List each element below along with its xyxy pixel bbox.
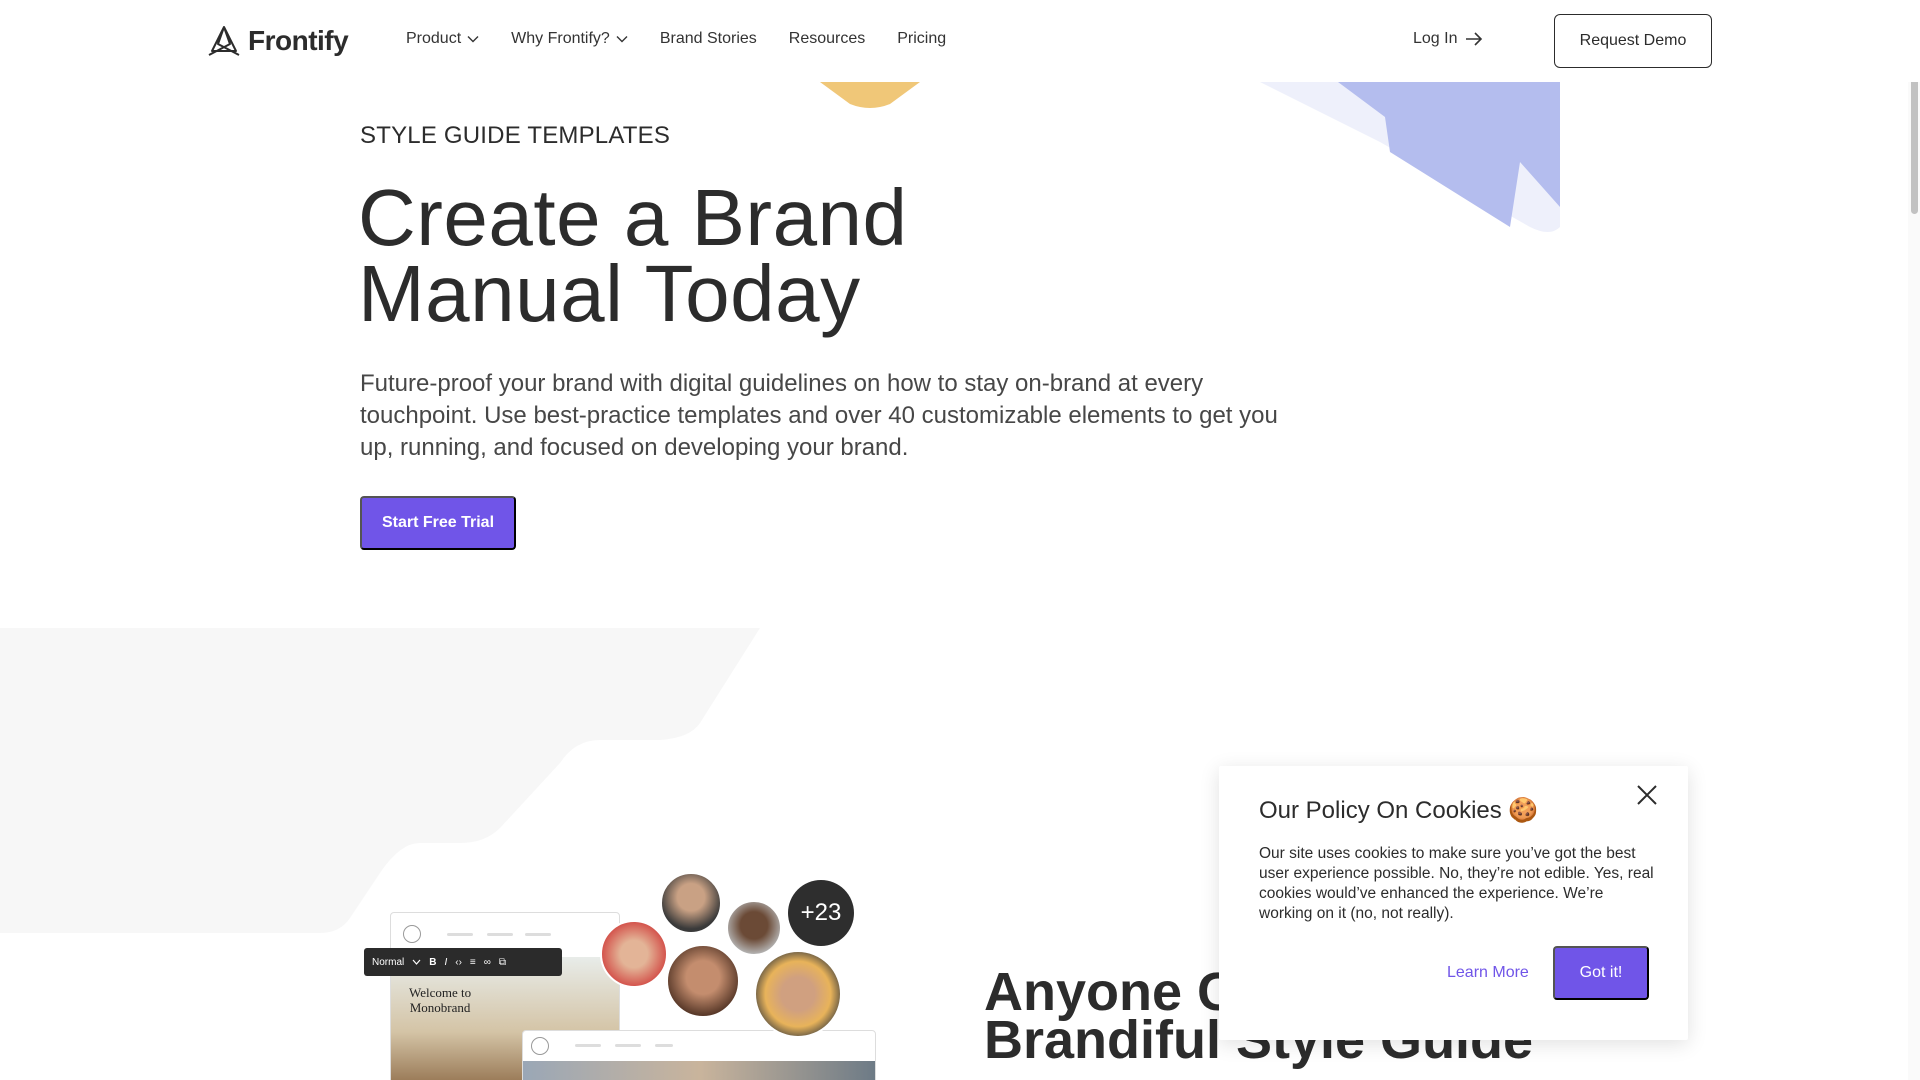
- chevron-down-icon: [412, 959, 421, 965]
- learn-more-link[interactable]: Learn More: [1447, 964, 1529, 982]
- frontify-logo-icon: [208, 26, 240, 56]
- close-icon[interactable]: [1636, 784, 1658, 806]
- user-avatar: [726, 900, 782, 956]
- attachment-icon: ⧉: [498, 956, 507, 968]
- chevron-down-icon: [616, 36, 628, 43]
- mockup-card: [522, 1030, 876, 1080]
- nav-item-label: Brand Stories: [659, 30, 757, 47]
- brand-logo[interactable]: Frontify: [206, 24, 349, 58]
- nav-item-why-frontify[interactable]: Why Frontify?: [511, 30, 628, 48]
- arrow-right-icon: [1466, 32, 1483, 46]
- mockup-placeholder-line: [615, 1044, 641, 1047]
- chevron-down-icon: [467, 36, 479, 43]
- start-free-trial-button[interactable]: Start Free Trial: [360, 496, 516, 550]
- scrollbar[interactable]: [1908, 0, 1920, 1080]
- nav-item-pricing[interactable]: Pricing: [897, 30, 946, 48]
- mockup-logo-icon: [403, 925, 421, 943]
- text-style-value: Normal: [372, 956, 405, 968]
- cookie-body: Our site uses cookies to make sure you’v…: [1259, 845, 1654, 922]
- hero-headline: Create a Brand Manual Today: [358, 178, 908, 334]
- nav-item-brand-stories[interactable]: Brand Stories: [660, 30, 757, 48]
- nav-item-label: Resources: [788, 30, 866, 47]
- mockup-placeholder-line: [447, 933, 473, 936]
- hero-eyebrow: STYLE GUIDE TEMPLATES: [360, 122, 671, 149]
- cookie-title: Our Policy On Cookies 🍪: [1259, 797, 1539, 824]
- mockup-placeholder-line: [575, 1044, 601, 1047]
- user-avatar: [666, 944, 740, 1018]
- user-avatar: [754, 950, 842, 1038]
- login-link[interactable]: Log In: [1413, 30, 1483, 48]
- user-avatar: [600, 920, 668, 988]
- nav-item-resources[interactable]: Resources: [789, 30, 865, 48]
- link-icon: ∞: [483, 956, 491, 968]
- italic-icon: I: [444, 956, 448, 968]
- text-editor-toolbar: Normal B I ‹› ≡ ∞ ⧉: [364, 948, 562, 976]
- text-style-select: Normal: [372, 957, 421, 968]
- decorative-blue-shape: [1260, 82, 1560, 232]
- mockup-photo: [523, 1061, 875, 1080]
- mockup-placeholder-line: [487, 933, 513, 936]
- hero-subtext: Future-proof your brand with digital gui…: [360, 370, 1278, 461]
- primary-nav: Product Why Frontify? Brand Stories Reso…: [406, 30, 946, 48]
- decorative-yellow-shape: [820, 82, 920, 108]
- login-label: Log In: [1413, 30, 1458, 47]
- mockup-card-title: Welcome to Monobrand: [409, 985, 471, 1015]
- mockup-title-line: Welcome to: [409, 985, 472, 1000]
- mockup-title-line: Monobrand: [409, 1000, 471, 1015]
- nav-item-label: Why Frontify?: [511, 30, 610, 47]
- mockup-placeholder-line: [655, 1044, 673, 1047]
- mockup-logo-icon: [531, 1037, 549, 1055]
- bold-icon: B: [429, 956, 437, 968]
- top-navigation: Frontify Product Why Frontify? Brand Sto…: [0, 0, 1920, 82]
- accept-cookies-button[interactable]: Got it!: [1553, 946, 1649, 1000]
- nav-item-label: Product: [406, 30, 462, 47]
- nav-item-product[interactable]: Product: [406, 30, 479, 48]
- request-demo-button[interactable]: Request Demo: [1554, 14, 1712, 68]
- style-guide-mockup: Welcome to Monobrand Normal B I ‹› ≡ ∞ ⧉…: [360, 870, 880, 1080]
- mockup-placeholder-line: [525, 933, 551, 936]
- more-users-badge: +23: [788, 880, 854, 946]
- hero-headline-line: Manual Today: [358, 249, 861, 338]
- list-icon: ≡: [469, 956, 476, 968]
- cookie-banner: Our Policy On Cookies 🍪 Our site uses co…: [1219, 766, 1688, 1040]
- code-icon: ‹›: [455, 956, 462, 968]
- user-avatar: [660, 872, 722, 934]
- nav-item-label: Pricing: [897, 30, 947, 47]
- brand-name: Frontify: [248, 25, 349, 56]
